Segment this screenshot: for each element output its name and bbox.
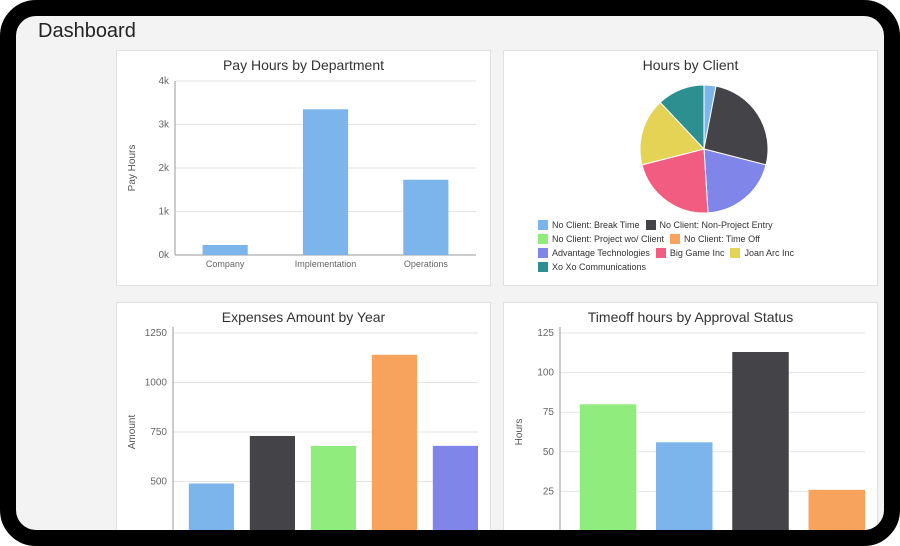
legend-swatch (670, 234, 680, 244)
legend-item: No Client: Time Off (670, 233, 760, 245)
svg-text:Company: Company (206, 259, 245, 269)
legend-hours-by-client: No Client: Break Time No Client: Non-Proj… (504, 215, 877, 279)
svg-text:4k: 4k (158, 76, 170, 87)
chart-expenses-by-year: 500 750 1000 1250 Amount (117, 327, 490, 537)
svg-text:Operations: Operations (404, 259, 449, 269)
svg-text:25: 25 (543, 486, 555, 497)
legend-item: No Client: Non-Project Entry (646, 219, 773, 231)
svg-text:125: 125 (537, 328, 554, 339)
card-timeoff-status: Timeoff hours by Approval Status 25 50 75 1… (503, 302, 878, 538)
svg-text:3k: 3k (158, 120, 170, 131)
card-pay-hours-dept: Pay Hours by Department 0k 1k 2k 3k 4k Compan… (116, 50, 491, 286)
legend-label: Advantage Technologies (552, 247, 650, 259)
chart-title: Hours by Client (504, 51, 877, 75)
card-expenses-by-year: Expenses Amount by Year 500 750 1000 1250 Am… (116, 302, 491, 538)
svg-text:Implementation: Implementation (295, 259, 357, 269)
legend-item: Advantage Technologies (538, 247, 650, 259)
svg-text:1250: 1250 (145, 328, 168, 339)
svg-text:100: 100 (537, 368, 554, 379)
legend-label: Big Game Inc (670, 247, 725, 259)
svg-text:Amount: Amount (127, 415, 138, 450)
svg-text:1k: 1k (158, 207, 170, 218)
legend-label: No Client: Time Off (684, 233, 760, 245)
svg-text:Hours: Hours (514, 419, 525, 446)
svg-text:0k: 0k (158, 250, 170, 261)
legend-label: No Client: Non-Project Entry (660, 219, 773, 231)
chart-hours-by-client (504, 75, 877, 215)
legend-swatch (538, 248, 548, 258)
svg-text:75: 75 (543, 407, 555, 418)
legend-swatch (730, 248, 740, 258)
legend-item: Joan Arc Inc (730, 247, 794, 259)
legend-swatch (538, 220, 548, 230)
legend-swatch (538, 234, 548, 244)
legend-label: No Client: Project wo/ Client (552, 233, 664, 245)
legend-label: Joan Arc Inc (744, 247, 794, 259)
card-hours-by-client: Hours by Client No Client: Break TimeNo … (503, 50, 878, 286)
legend-swatch (646, 220, 656, 230)
legend-item: Xo Xo Communications (538, 261, 646, 273)
chart-timeoff-status: 25 50 75 100 125 Hours (504, 327, 877, 537)
legend-label: No Client: Break Time (552, 219, 640, 231)
chart-title: Pay Hours by Department (117, 51, 490, 75)
legend-swatch (538, 262, 548, 272)
chart-pay-hours-dept: 0k 1k 2k 3k 4k Company Implementation Operation… (117, 75, 490, 285)
svg-text:1000: 1000 (145, 378, 168, 389)
legend-swatch (656, 248, 666, 258)
legend-label: Xo Xo Communications (552, 261, 646, 273)
tablet-frame: Dashboard Pay Hours by Department 0k 1k 2k… (0, 0, 900, 546)
chart-title: Timeoff hours by Approval Status (504, 303, 877, 327)
dashboard-grid: Pay Hours by Department 0k 1k 2k 3k 4k Compan… (116, 50, 854, 530)
legend-item: No Client: Break Time (538, 219, 640, 231)
chart-title: Expenses Amount by Year (117, 303, 490, 327)
svg-text:Pay Hours: Pay Hours (127, 145, 138, 192)
page-title: Dashboard (38, 20, 136, 43)
legend-item: Big Game Inc (656, 247, 725, 259)
svg-text:50: 50 (543, 447, 555, 458)
svg-text:750: 750 (150, 427, 167, 438)
svg-text:500: 500 (150, 477, 167, 488)
legend-item: No Client: Project wo/ Client (538, 233, 664, 245)
svg-text:2k: 2k (158, 163, 170, 174)
